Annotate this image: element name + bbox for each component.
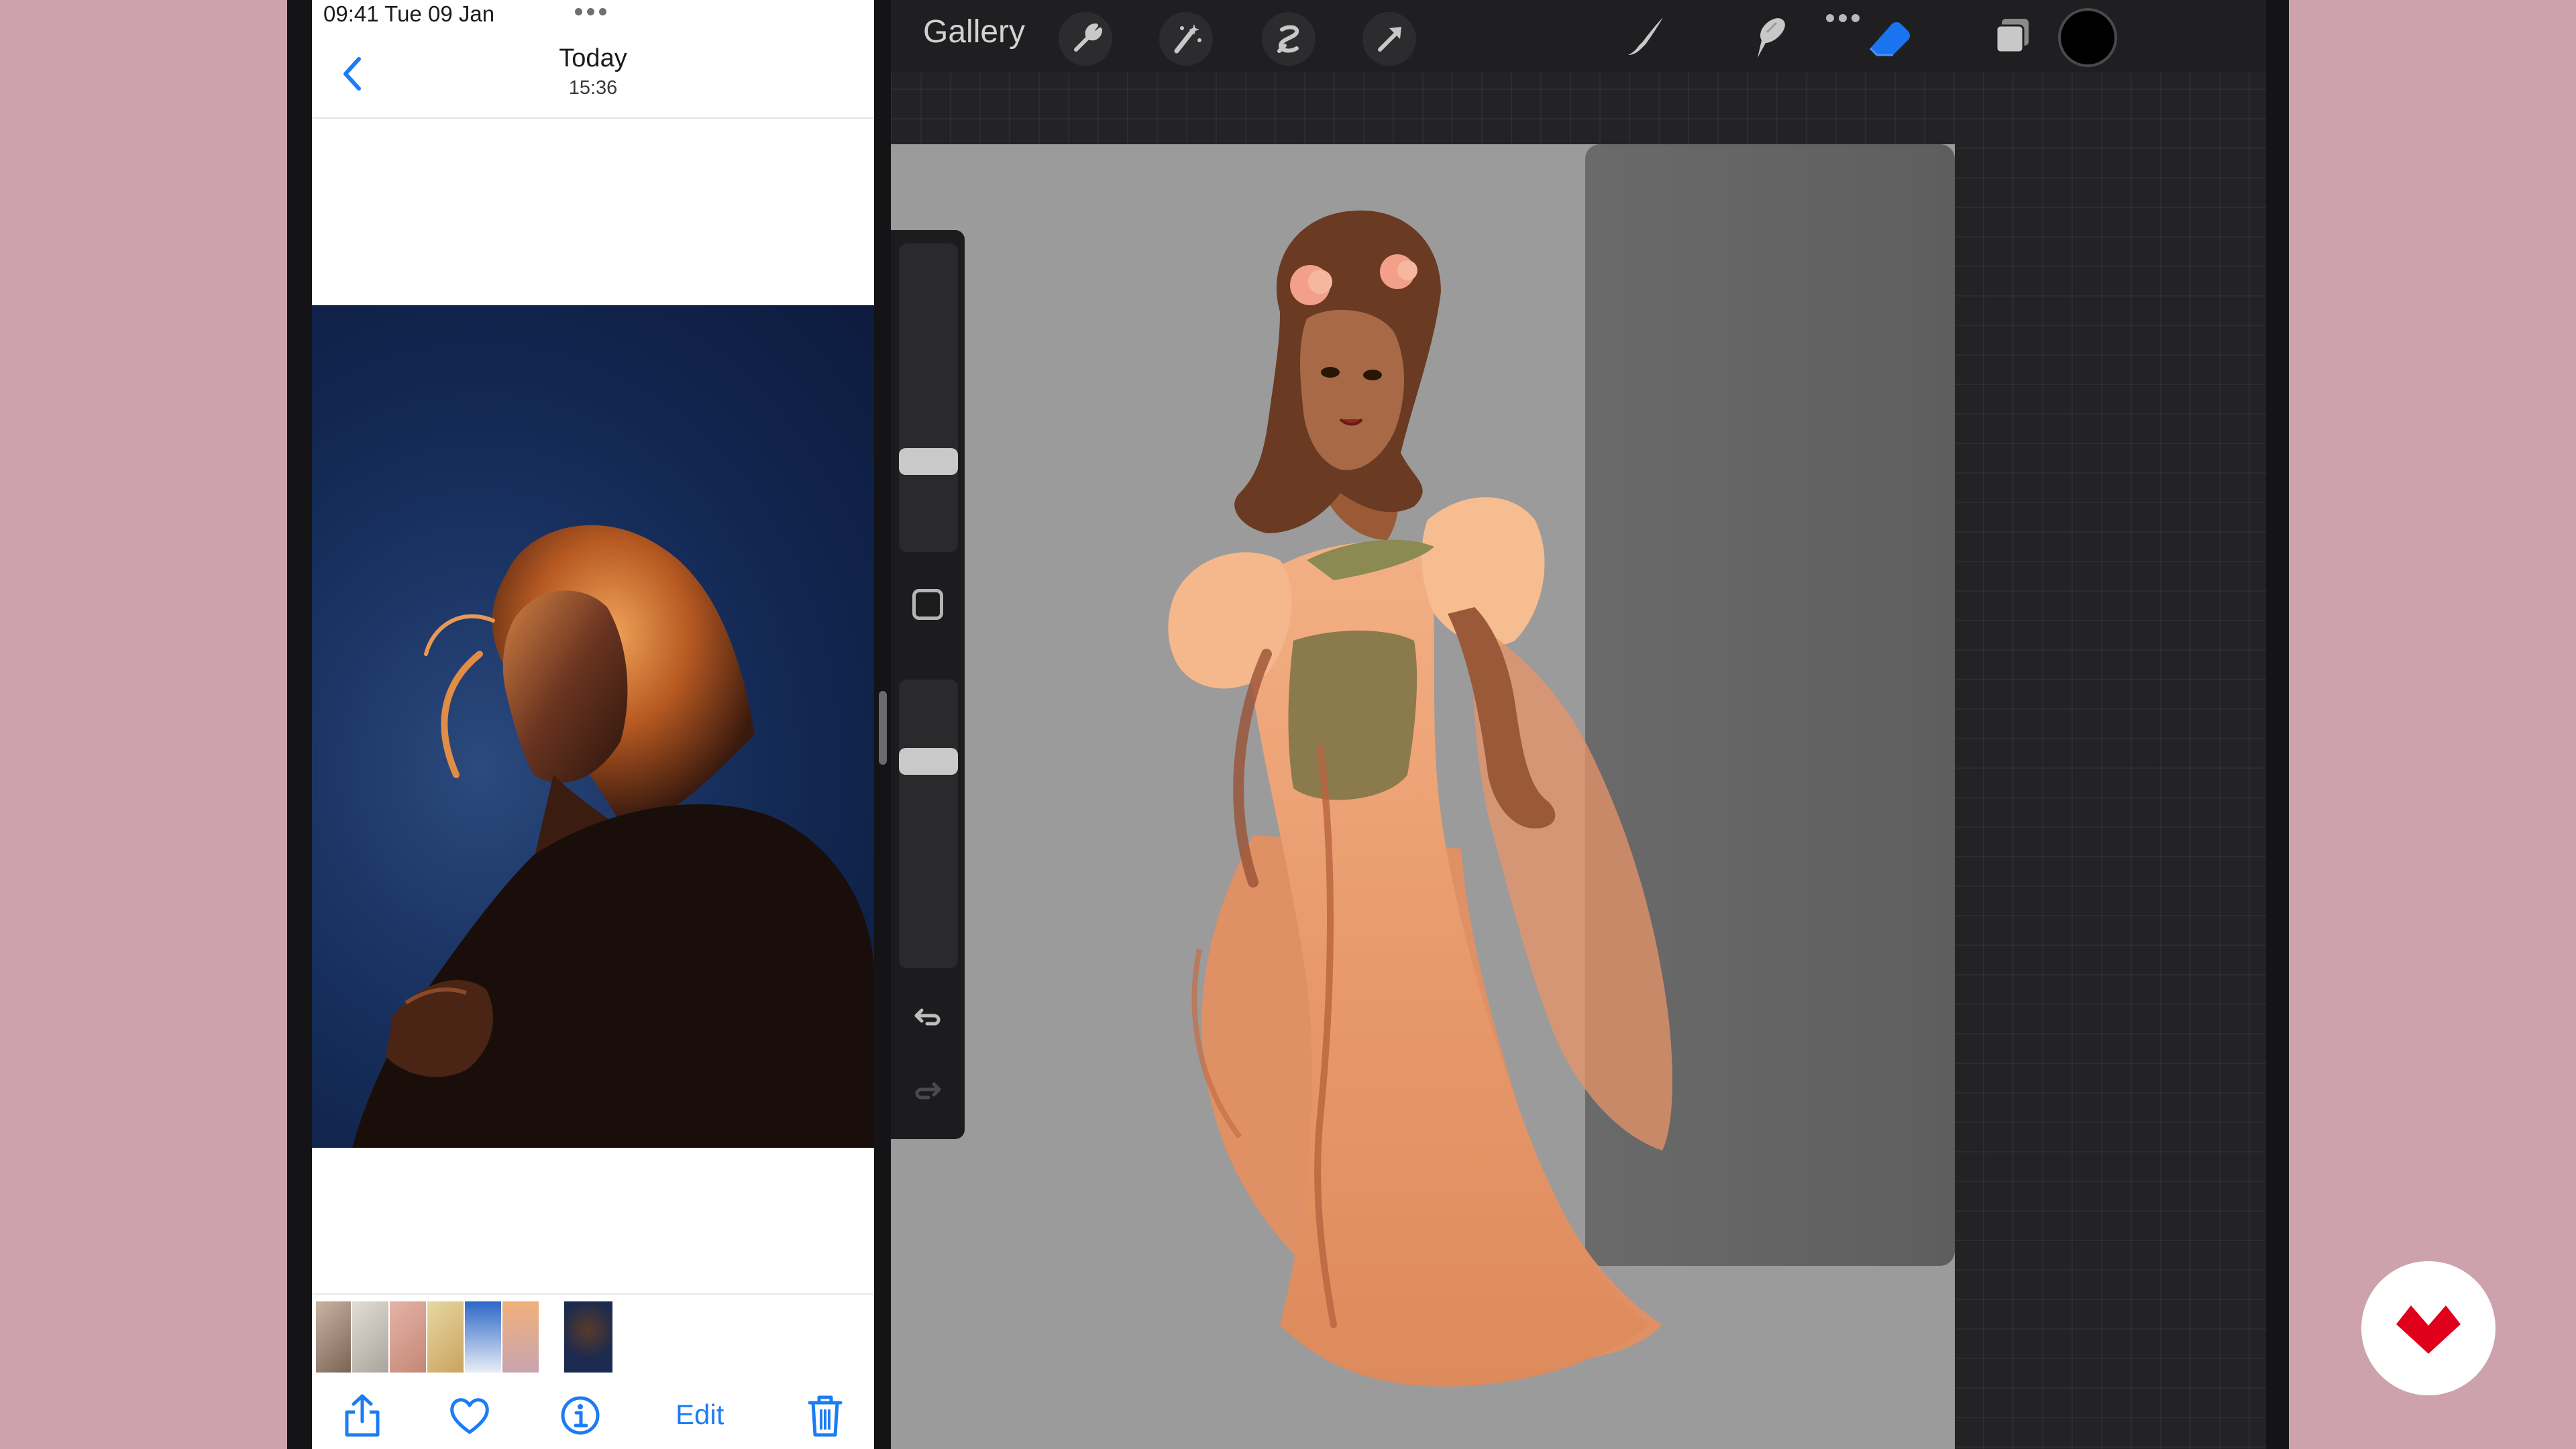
heart-icon[interactable] — [446, 1392, 493, 1439]
brush-size-slider[interactable] — [899, 244, 958, 552]
photo-time-subtitle: 15:36 — [568, 77, 618, 99]
modify-button-icon[interactable] — [912, 589, 943, 620]
opacity-slider[interactable] — [899, 680, 958, 968]
photos-toolbar — [312, 1368, 874, 1449]
domestika-logo-mark-icon — [2396, 1305, 2461, 1354]
brush-icon[interactable] — [1619, 9, 1679, 70]
procreate-top-toolbar: Gallery — [891, 0, 2266, 72]
share-icon[interactable] — [339, 1392, 386, 1439]
trash-icon[interactable] — [802, 1392, 849, 1439]
reference-photo[interactable] — [312, 305, 874, 1148]
layers-icon[interactable] — [1984, 9, 2045, 70]
thumbnail[interactable] — [390, 1301, 426, 1373]
thumbnail[interactable] — [502, 1301, 539, 1373]
smudge-icon[interactable] — [1741, 9, 1802, 70]
ipad-screen: 09:41 Tue 09 Jan Today 15:36 Edit Galler… — [287, 0, 2289, 1449]
multitasking-dots-icon[interactable] — [575, 7, 615, 20]
edit-button[interactable]: Edit — [676, 1399, 724, 1431]
opacity-knob[interactable] — [899, 748, 958, 775]
status-time-date: 09:41 Tue 09 Jan — [323, 1, 495, 26]
split-view-handle[interactable] — [879, 691, 887, 765]
color-picker-swatch[interactable] — [2058, 8, 2117, 67]
procreate-app-panel: Gallery — [891, 0, 2266, 1449]
thumbnail[interactable] — [316, 1301, 351, 1373]
thumbnail-strip[interactable] — [312, 1293, 874, 1373]
photos-app-panel: 09:41 Tue 09 Jan Today 15:36 Edit — [312, 0, 874, 1449]
gallery-button[interactable]: Gallery — [923, 13, 1025, 50]
thumbnail[interactable] — [352, 1301, 388, 1373]
brush-sidebar — [891, 230, 965, 1139]
undo-icon[interactable] — [911, 1000, 945, 1033]
magic-wand-icon[interactable] — [1159, 12, 1213, 66]
brush-size-knob[interactable] — [899, 448, 958, 475]
drawing-canvas[interactable] — [891, 144, 1955, 1449]
more-options-dots-icon[interactable] — [1826, 13, 1864, 25]
photo-date-title: Today — [559, 44, 627, 72]
wrench-icon[interactable] — [1059, 12, 1112, 66]
header-divider — [312, 117, 874, 119]
eraser-icon[interactable] — [1862, 9, 1923, 70]
thumbnail-selected[interactable] — [564, 1301, 612, 1373]
domestika-logo — [2361, 1261, 2496, 1395]
transform-arrow-icon[interactable] — [1362, 12, 1416, 66]
thumbnail[interactable] — [465, 1301, 501, 1373]
thumbnail[interactable] — [427, 1301, 464, 1373]
selection-icon[interactable] — [1262, 12, 1316, 66]
info-icon[interactable] — [557, 1392, 604, 1439]
redo-icon[interactable] — [911, 1073, 945, 1107]
